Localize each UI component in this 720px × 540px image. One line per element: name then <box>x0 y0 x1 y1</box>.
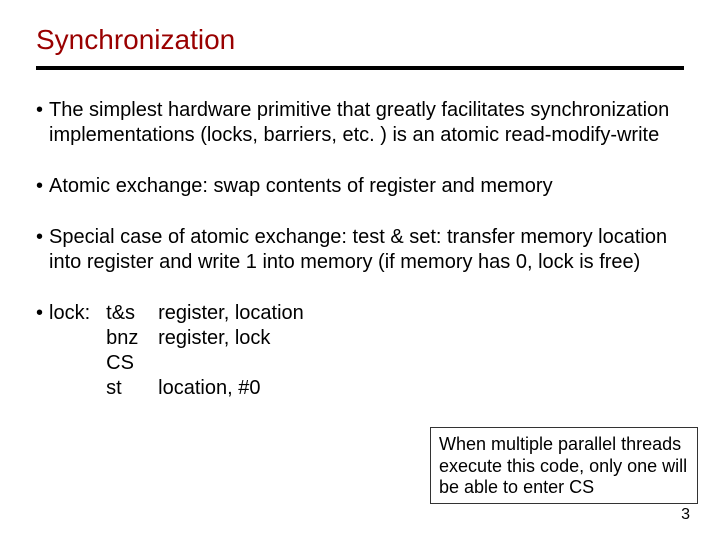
bullet-list: • The simplest hardware primitive that g… <box>36 98 684 401</box>
bullet-dot: • <box>36 225 43 275</box>
bullet-text: Special case of atomic exchange: test & … <box>49 225 684 275</box>
code-args: register, location register, lock locati… <box>158 301 304 401</box>
code-label-text: lock: <box>49 301 90 326</box>
bullet-dot: • <box>36 174 43 199</box>
code-label: • lock: <box>36 301 90 326</box>
page-number: 3 <box>681 506 690 524</box>
bullet-dot: • <box>36 301 43 326</box>
bullet-item: • Special case of atomic exchange: test … <box>36 225 684 275</box>
bullet-item: • Atomic exchange: swap contents of regi… <box>36 174 684 199</box>
code-block: t&s bnz CS st register, location registe… <box>106 301 304 401</box>
bullet-text: The simplest hardware primitive that gre… <box>49 98 684 148</box>
slide: Synchronization • The simplest hardware … <box>0 0 720 540</box>
title-underline <box>36 66 684 70</box>
bullet-dot: • <box>36 98 43 148</box>
callout-box: When multiple parallel threads execute t… <box>430 427 698 504</box>
bullet-item-code: • lock: t&s bnz CS st register, location… <box>36 301 684 401</box>
bullet-item: • The simplest hardware primitive that g… <box>36 98 684 148</box>
slide-title: Synchronization <box>36 24 684 56</box>
bullet-text: Atomic exchange: swap contents of regist… <box>49 174 553 199</box>
callout-text: When multiple parallel threads execute t… <box>439 434 687 497</box>
code-ops: t&s bnz CS st <box>106 301 158 401</box>
